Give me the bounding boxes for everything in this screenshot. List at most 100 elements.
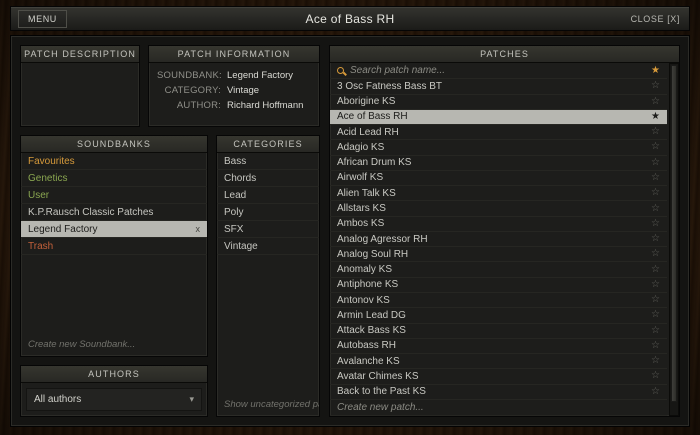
patch-info-row: AUTHOR:Richard Hoffmann: [157, 100, 311, 111]
panel-header: PATCHES: [330, 46, 679, 63]
favorite-star-icon[interactable]: ☆: [645, 127, 660, 137]
authors-dropdown[interactable]: All authors ▾: [26, 388, 202, 411]
patch-row[interactable]: African Drum KS☆: [330, 156, 667, 171]
favorite-star-icon[interactable]: ☆: [645, 188, 660, 198]
patch-row[interactable]: Attack Bass KS☆: [330, 324, 667, 339]
patch-row[interactable]: Analog Agressor RH☆: [330, 232, 667, 247]
patch-row[interactable]: Acid Lead RH☆: [330, 125, 667, 140]
patch-row[interactable]: Ambos KS☆: [330, 217, 667, 232]
favorite-star-icon[interactable]: ☆: [645, 142, 660, 152]
favorite-star-icon[interactable]: ★: [645, 112, 660, 122]
favorite-star-icon[interactable]: ☆: [645, 280, 660, 290]
search-placeholder: Search patch name...: [350, 65, 645, 76]
favorite-star-icon[interactable]: ☆: [645, 158, 660, 168]
patch-name: Anomaly KS: [337, 264, 645, 275]
categories-list: BassChords Lead Poly SFX Vintage: [217, 153, 319, 255]
patch-name: Airwolf KS: [337, 172, 645, 183]
patch-name: Autobass RH: [337, 340, 645, 351]
favorite-star-icon[interactable]: ☆: [645, 295, 660, 305]
category-label: Lead: [224, 190, 312, 201]
patch-row[interactable]: Anomaly KS☆: [330, 262, 667, 277]
favorite-star-icon[interactable]: ☆: [645, 81, 660, 91]
favorite-star-icon[interactable]: ☆: [645, 341, 660, 351]
soundbank-row[interactable]: User: [21, 187, 207, 204]
favorite-star-icon[interactable]: ☆: [645, 173, 660, 183]
favorites-filter-star-icon[interactable]: ★: [645, 66, 660, 76]
patch-row[interactable]: Antiphone KS☆: [330, 278, 667, 293]
favorite-star-icon[interactable]: ☆: [645, 371, 660, 381]
patch-row[interactable]: Back to the Past KS☆: [330, 385, 667, 400]
soundbanks-panel: SOUNDBANKS FavouritesGeneticsUserK.P.Rau…: [20, 135, 208, 357]
soundbank-row[interactable]: Genetics: [21, 170, 207, 187]
favorite-star-icon[interactable]: ☆: [645, 310, 660, 320]
soundbank-row[interactable]: K.P.Rausch Classic Patches: [21, 204, 207, 221]
soundbank-label: Favourites: [28, 156, 200, 167]
favorite-star-icon[interactable]: ☆: [645, 234, 660, 244]
menu-button[interactable]: MENU: [18, 10, 67, 28]
category-row[interactable]: Vintage: [217, 238, 319, 255]
patch-name: Antiphone KS: [337, 279, 645, 290]
create-soundbank-link[interactable]: Create new Soundbank...: [21, 335, 207, 356]
favorite-star-icon[interactable]: ☆: [645, 387, 660, 397]
favorite-star-icon[interactable]: ☆: [645, 356, 660, 366]
patch-name: Allstars KS: [337, 203, 645, 214]
soundbank-row[interactable]: Trash: [21, 238, 207, 255]
patch-information-panel: PATCH INFORMATION SOUNDBANK: Legend Facto…: [148, 45, 320, 127]
authors-panel: AUTHORS All authors ▾: [20, 365, 208, 417]
patch-row[interactable]: Aborigine KS☆: [330, 95, 667, 110]
patch-row[interactable]: Airwolf KS☆: [330, 171, 667, 186]
patch-row[interactable]: Ace of Bass RH★: [330, 110, 667, 125]
patch-row[interactable]: Avalanche KS☆: [330, 354, 667, 369]
panel-header: AUTHORS: [21, 366, 207, 383]
remove-soundbank-button[interactable]: x: [192, 224, 201, 234]
patch-row[interactable]: Avatar Chimes KS☆: [330, 369, 667, 384]
category-row[interactable]: Chords: [217, 170, 319, 187]
patch-name: Aborigine KS: [337, 96, 645, 107]
soundbank-row[interactable]: Favourites: [21, 153, 207, 170]
category-row[interactable]: Bass: [217, 153, 319, 170]
patch-row[interactable]: Armin Lead DG☆: [330, 308, 667, 323]
patch-name: Armin Lead DG: [337, 310, 645, 321]
patches-scrollbar[interactable]: [669, 63, 679, 416]
category-row[interactable]: Poly: [217, 204, 319, 221]
category-row[interactable]: SFX: [217, 221, 319, 238]
favorite-star-icon[interactable]: ☆: [645, 249, 660, 259]
close-button[interactable]: CLOSE [X]: [631, 14, 680, 24]
favorite-star-icon[interactable]: ☆: [645, 219, 660, 229]
patch-row[interactable]: Alien Talk KS☆: [330, 186, 667, 201]
patch-row[interactable]: Autobass RH☆: [330, 339, 667, 354]
panel-header: PATCH INFORMATION: [149, 46, 319, 63]
soundbank-row[interactable]: Legend Factoryx: [21, 221, 207, 238]
patch-name: Back to the Past KS: [337, 386, 645, 397]
patch-search-field[interactable]: Search patch name... ★: [330, 63, 667, 79]
soundbank-label: User: [28, 190, 200, 201]
patch-info-fields: SOUNDBANK:Legend FactoryCATEGORY:Vintage…: [149, 63, 319, 118]
favorite-star-icon[interactable]: ☆: [645, 326, 660, 336]
patch-list: 3 Osc Fatness Bass BT☆Aborigine KS☆Ace o…: [330, 79, 667, 399]
category-label: SFX: [224, 224, 312, 235]
panel-header: PATCH DESCRIPTION: [21, 46, 139, 63]
chevron-down-icon: ▾: [189, 394, 194, 405]
patch-name: Analog Agressor RH: [337, 234, 645, 245]
patch-name: Adagio KS: [337, 142, 645, 153]
category-row[interactable]: Lead: [217, 187, 319, 204]
patch-row[interactable]: Adagio KS☆: [330, 140, 667, 155]
scrollbar-thumb[interactable]: [671, 65, 677, 402]
create-patch-link[interactable]: Create new patch...: [330, 400, 667, 416]
patch-row[interactable]: 3 Osc Fatness Bass BT☆: [330, 79, 667, 94]
favorite-star-icon[interactable]: ☆: [645, 265, 660, 275]
categories-panel: CATEGORIES BassChordsLeadPolySFXVintage …: [216, 135, 320, 417]
favorite-star-icon[interactable]: ☆: [645, 97, 660, 107]
patch-row[interactable]: Antonov KS☆: [330, 293, 667, 308]
patch-info-value: Legend Factory: [227, 70, 293, 81]
soundbank-label: Trash: [28, 241, 200, 252]
patch-info-label: SOUNDBANK:: [157, 70, 221, 81]
patch-row[interactable]: Allstars KS☆: [330, 201, 667, 216]
show-uncategorized-link[interactable]: Show uncategorized patches...: [217, 395, 319, 416]
patch-name: Analog Soul RH: [337, 249, 645, 260]
favorite-star-icon[interactable]: ☆: [645, 204, 660, 214]
patch-name: Ambos KS: [337, 218, 645, 229]
panel-header: CATEGORIES: [217, 136, 319, 153]
create-patch-label: Create new patch...: [337, 402, 660, 413]
patch-row[interactable]: Analog Soul RH☆: [330, 247, 667, 262]
